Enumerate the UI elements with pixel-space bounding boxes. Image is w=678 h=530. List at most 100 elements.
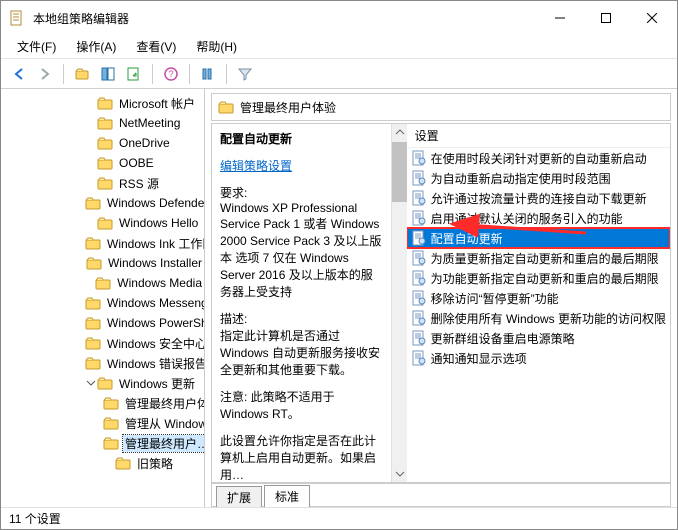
menu-action[interactable]: 操作(A) xyxy=(66,36,126,57)
settings-row[interactable]: 更新群组设备重启电源策略 xyxy=(407,328,670,348)
scroll-up-icon[interactable] xyxy=(392,124,408,140)
export-list-button[interactable] xyxy=(122,62,146,86)
policy-icon xyxy=(411,310,427,326)
tree-item[interactable]: Windows Messenger xyxy=(1,293,204,313)
tree-item[interactable]: OneDrive xyxy=(1,133,204,153)
tree-item[interactable]: Windows Hello xyxy=(1,213,204,233)
close-button[interactable] xyxy=(629,3,675,33)
tree-item[interactable]: Microsoft 帐户 xyxy=(1,93,204,113)
tree-item-label: Windows Installer xyxy=(106,256,204,270)
app-icon xyxy=(9,10,25,26)
menu-view[interactable]: 查看(V) xyxy=(126,36,186,57)
tree-pane: Microsoft 帐户NetMeetingOneDriveOOBERSS 源W… xyxy=(1,89,205,507)
desc-scrollbar[interactable] xyxy=(391,124,407,482)
policy-icon xyxy=(411,190,427,206)
filter-button[interactable] xyxy=(233,62,257,86)
tree-item-label: NetMeeting xyxy=(117,116,182,130)
tree-item[interactable]: Windows Installer xyxy=(1,253,204,273)
folder-icon xyxy=(103,395,119,411)
settings-row[interactable]: 启用通过默认关闭的服务引入的功能 xyxy=(407,208,670,228)
tree-item[interactable]: OOBE xyxy=(1,153,204,173)
tab-extended[interactable]: 扩展 xyxy=(216,486,262,507)
folder-icon xyxy=(97,115,113,131)
tail-text: 此设置允许你指定是否在此计算机上启用自动更新。如果启用… xyxy=(220,432,383,483)
scroll-down-icon[interactable] xyxy=(392,466,408,482)
menubar: 文件(F) 操作(A) 查看(V) 帮助(H) xyxy=(1,35,677,59)
tree-item[interactable]: 管理最终用户… xyxy=(1,433,204,453)
tree-item-label: OneDrive xyxy=(117,136,172,150)
toolbar-separator xyxy=(226,64,227,84)
settings-row-label: 更新群组设备重启电源策略 xyxy=(431,330,575,347)
settings-row-label: 为质量更新指定自动更新和重启的最后期限 xyxy=(431,250,659,267)
menu-help[interactable]: 帮助(H) xyxy=(186,36,247,57)
tree-item-label: 旧策略 xyxy=(135,455,175,472)
up-folder-button[interactable] xyxy=(70,62,94,86)
description-label: 描述: xyxy=(220,310,383,327)
maximize-button[interactable] xyxy=(583,3,629,33)
tree-item[interactable]: 管理最终用户体验 xyxy=(1,393,204,413)
folder-icon xyxy=(95,275,111,291)
tree-item[interactable]: Windows 更新 xyxy=(1,373,204,393)
right-pane: 管理最终用户体验 配置自动更新 编辑策略设置 要求: Windows XP Pr… xyxy=(205,89,677,507)
settings-list[interactable]: 在使用时段关闭针对更新的自动重新启动为自动重新启动指定使用时段范围允许通过按流量… xyxy=(407,148,670,482)
settings-row[interactable]: 允许通过按流量计费的连接自动下载更新 xyxy=(407,188,670,208)
tree-item[interactable]: Windows Defender xyxy=(1,193,204,213)
toolbar: ? xyxy=(1,59,677,89)
settings-row[interactable]: 通知通知显示选项 xyxy=(407,348,670,368)
settings-column-header[interactable]: 设置 xyxy=(407,124,670,148)
edit-policy-link[interactable]: 编辑策略设置 xyxy=(220,159,292,173)
help-button[interactable]: ? xyxy=(159,62,183,86)
settings-row-label: 为自动重新启动指定使用时段范围 xyxy=(431,170,611,187)
status-text: 11 个设置 xyxy=(9,510,61,527)
tree-item[interactable]: RSS 源 xyxy=(1,173,204,193)
policy-icon xyxy=(411,150,427,166)
tree-item-label: RSS 源 xyxy=(117,175,161,192)
tree-item-label: Windows PowerShell xyxy=(105,316,204,330)
tree-item[interactable]: Windows 安全中心 xyxy=(1,333,204,353)
tree-item-label: 管理最终用户体验 xyxy=(123,395,204,412)
back-button[interactable] xyxy=(7,62,31,86)
tree-item[interactable]: Windows 错误报告 xyxy=(1,353,204,373)
menu-file[interactable]: 文件(F) xyxy=(7,36,66,57)
tree-item-label: OOBE xyxy=(117,156,156,170)
scroll-thumb[interactable] xyxy=(392,142,407,202)
tree-item-label: Windows Messenger xyxy=(105,296,204,310)
policy-icon xyxy=(411,170,427,186)
tree-item[interactable]: NetMeeting xyxy=(1,113,204,133)
settings-row[interactable]: 为自动重新启动指定使用时段范围 xyxy=(407,168,670,188)
folder-icon xyxy=(85,335,101,351)
policy-icon xyxy=(411,330,427,346)
right-header: 管理最终用户体验 xyxy=(211,93,671,121)
description-pane: 配置自动更新 编辑策略设置 要求: Windows XP Professiona… xyxy=(212,124,391,482)
tree-item[interactable]: Windows Ink 工作区 xyxy=(1,233,204,253)
settings-row[interactable]: 在使用时段关闭针对更新的自动重新启动 xyxy=(407,148,670,168)
folder-icon xyxy=(85,355,101,371)
show-hide-tree-button[interactable] xyxy=(96,62,120,86)
settings-row[interactable]: 配置自动更新 xyxy=(407,228,670,248)
folder-icon xyxy=(97,215,113,231)
note-text: 注意: 此策略不适用于 Windows RT。 xyxy=(220,388,383,422)
tab-standard[interactable]: 标准 xyxy=(264,485,310,507)
settings-row[interactable]: 删除使用所有 Windows 更新功能的访问权限 xyxy=(407,308,670,328)
tree-item-label: Windows Hello xyxy=(117,216,200,230)
minimize-button[interactable] xyxy=(537,3,583,33)
policy-icon xyxy=(411,290,427,306)
collapse-icon[interactable] xyxy=(85,378,97,388)
settings-row[interactable]: 为功能更新指定自动更新和重启的最后期限 xyxy=(407,268,670,288)
svg-text:?: ? xyxy=(168,69,173,79)
tree-item[interactable]: Windows Media xyxy=(1,273,204,293)
settings-row[interactable]: 为质量更新指定自动更新和重启的最后期限 xyxy=(407,248,670,268)
tree[interactable]: Microsoft 帐户NetMeetingOneDriveOOBERSS 源W… xyxy=(1,93,204,473)
settings-row[interactable]: 移除访问“暂停更新”功能 xyxy=(407,288,670,308)
folder-icon xyxy=(103,415,119,431)
tree-item-label: Windows 更新 xyxy=(117,375,197,392)
folder-icon xyxy=(97,95,113,111)
folder-icon xyxy=(97,375,113,391)
tree-item[interactable]: 管理从 Windows… xyxy=(1,413,204,433)
tree-item[interactable]: 旧策略 xyxy=(1,453,204,473)
settings-row-label: 配置自动更新 xyxy=(431,230,503,247)
properties-button[interactable] xyxy=(196,62,220,86)
right-body: 配置自动更新 编辑策略设置 要求: Windows XP Professiona… xyxy=(211,123,671,483)
tree-item[interactable]: Windows PowerShell xyxy=(1,313,204,333)
forward-button[interactable] xyxy=(33,62,57,86)
